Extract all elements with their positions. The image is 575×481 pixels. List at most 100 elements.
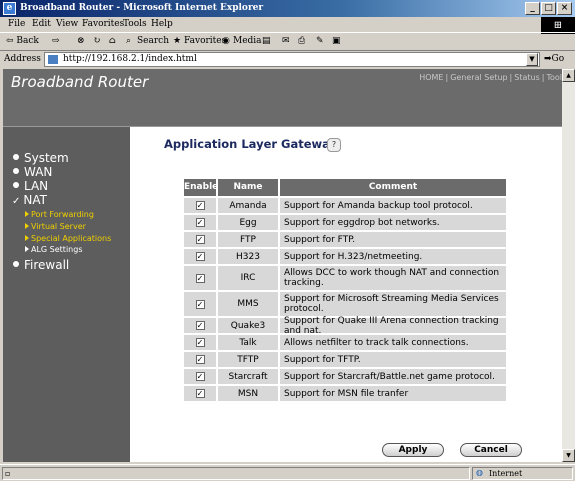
comment-cell: Allows netfilter to track talk connectio…	[280, 335, 506, 350]
menu-help[interactable]: Help	[151, 19, 173, 29]
close-button[interactable]: ×	[557, 2, 572, 15]
enable-checkbox[interactable]: ✓	[195, 299, 205, 309]
address-dropdown-button[interactable]: ▼	[526, 53, 538, 66]
print-icon[interactable]: ⎙	[298, 36, 305, 46]
sidebar-item-system[interactable]: System	[13, 151, 69, 165]
discuss-icon[interactable]: ▣	[332, 36, 341, 46]
enable-checkbox[interactable]: ✓	[195, 252, 205, 261]
enable-cell: ✓	[184, 249, 216, 264]
sub-label: Virtual Server	[31, 222, 86, 231]
forward-button[interactable]: ⇨	[52, 36, 60, 46]
search-button[interactable]: Search	[137, 36, 169, 46]
favorites-icon: ★	[173, 36, 182, 46]
media-icon: ◉	[222, 36, 230, 46]
scroll-down-icon[interactable]: ▼	[562, 449, 575, 462]
enable-checkbox[interactable]: ✓	[195, 355, 205, 364]
mail-icon[interactable]: ✉	[282, 36, 290, 46]
enable-cell: ✓	[184, 266, 216, 290]
sidebar-item-firewall[interactable]: Firewall	[13, 258, 69, 272]
edit-icon[interactable]: ✎	[316, 36, 324, 46]
menu-file[interactable]: File	[8, 19, 25, 29]
enable-checkbox[interactable]: ✓	[195, 372, 205, 381]
back-button[interactable]: ⇦ Back	[6, 36, 39, 46]
enable-checkbox[interactable]: ✓	[195, 201, 205, 210]
arrow-icon	[25, 211, 29, 217]
name-cell: Quake3	[218, 318, 278, 333]
help-icon[interactable]: ?	[327, 138, 341, 152]
stop-button[interactable]: ⊗	[77, 36, 85, 46]
scroll-up-icon[interactable]: ▲	[562, 69, 575, 82]
name-cell: Starcraft	[218, 369, 278, 384]
comment-cell: Support for FTP.	[280, 232, 506, 247]
sidebar-sub-virtual-server[interactable]: Virtual Server	[25, 222, 86, 231]
sidebar-item-label: NAT	[23, 193, 47, 207]
window-title: Broadband Router - Microsoft Internet Ex…	[20, 3, 264, 13]
name-cell: IRC	[218, 266, 278, 290]
minimize-button[interactable]: _	[525, 2, 540, 15]
comment-cell: Support for eggdrop bot networks.	[280, 215, 506, 230]
comment-cell: Support for Starcraft/Battle.net game pr…	[280, 369, 506, 384]
browser-window: e Broadband Router - Microsoft Internet …	[0, 0, 575, 481]
enable-checkbox[interactable]: ✓	[195, 273, 205, 283]
address-bar: Address http://192.168.2.1/index.html ▼ …	[0, 51, 575, 68]
sidebar-item-nat[interactable]: ✓ NAT	[12, 193, 47, 207]
sidebar-sub-special-applications[interactable]: Special Applications	[25, 234, 111, 243]
sidebar-item-lan[interactable]: LAN	[13, 179, 48, 193]
brand-title: Broadband Router	[11, 73, 149, 91]
name-cell: MSN	[218, 386, 278, 401]
bullet-icon	[13, 154, 19, 160]
title-bar: e Broadband Router - Microsoft Internet …	[0, 0, 575, 17]
page-done-icon: ▫	[5, 469, 11, 478]
vertical-scrollbar[interactable]: ▲ ▼	[562, 69, 575, 462]
enable-cell: ✓	[184, 215, 216, 230]
status-bar: ▫ ◍ Internet	[0, 464, 575, 481]
cancel-button[interactable]: Cancel	[460, 443, 522, 457]
name-cell: Talk	[218, 335, 278, 350]
sidebar-item-wan[interactable]: WAN	[13, 165, 52, 179]
name-cell: FTP	[218, 232, 278, 247]
bullet-icon	[13, 168, 19, 174]
favorites-button[interactable]: Favorites	[184, 36, 226, 46]
address-input[interactable]: http://192.168.2.1/index.html	[44, 52, 540, 67]
enable-checkbox[interactable]: ✓	[195, 321, 205, 330]
arrow-icon	[25, 235, 29, 241]
sidebar-item-label: WAN	[24, 165, 53, 179]
router-header: Broadband Router HOME | General Setup | Stat…	[3, 69, 562, 126]
toolbar: ⇦ Back ⇨ ⊗ ↻ ⌂ ⌕ Search ★ Favorites ◉ Me…	[0, 32, 575, 51]
sidebar-item-label: LAN	[24, 179, 49, 193]
sidebar-sub-alg-settings[interactable]: ALG Settings	[25, 245, 82, 254]
home-button[interactable]: ⌂	[109, 36, 116, 46]
page-title: Application Layer Gateway	[164, 137, 338, 151]
menu-favorites[interactable]: Favorites	[82, 19, 124, 29]
name-cell: TFTP	[218, 352, 278, 367]
go-button[interactable]: ➡Go	[544, 54, 564, 64]
maximize-button[interactable]: □	[541, 2, 556, 15]
menu-edit[interactable]: Edit	[32, 19, 51, 29]
enable-cell: ✓	[184, 369, 216, 384]
status-text-pane: ▫	[2, 467, 470, 480]
enable-checkbox[interactable]: ✓	[195, 389, 205, 398]
comment-cell: Allows DCC to work though NAT and connec…	[280, 266, 506, 290]
enable-checkbox[interactable]: ✓	[195, 235, 205, 244]
arrow-icon	[25, 223, 29, 229]
go-arrow-icon: ➡	[544, 54, 552, 64]
apply-button[interactable]: Apply	[382, 443, 444, 457]
refresh-button[interactable]: ↻	[93, 36, 101, 46]
enable-checkbox[interactable]: ✓	[195, 218, 205, 227]
enable-checkbox[interactable]: ✓	[195, 338, 205, 347]
media-button[interactable]: Media	[233, 36, 262, 46]
go-label: Go	[551, 54, 565, 64]
enable-cell: ✓	[184, 232, 216, 247]
nav-home[interactable]: HOME	[419, 73, 443, 82]
menu-view[interactable]: View	[56, 19, 78, 29]
menu-tools[interactable]: Tools	[123, 19, 147, 29]
enable-cell: ✓	[184, 335, 216, 350]
nav-general-setup[interactable]: General Setup	[450, 73, 507, 82]
sidebar-sub-port-forwarding[interactable]: Port Forwarding	[25, 210, 94, 219]
enable-cell: ✓	[184, 292, 216, 316]
sub-label: Special Applications	[31, 234, 112, 243]
top-nav: HOME | General Setup | Status | Tool	[419, 73, 562, 82]
nav-tool[interactable]: Tool	[546, 73, 562, 82]
nav-status[interactable]: Status	[514, 73, 540, 82]
history-icon[interactable]: ▤	[262, 36, 271, 46]
